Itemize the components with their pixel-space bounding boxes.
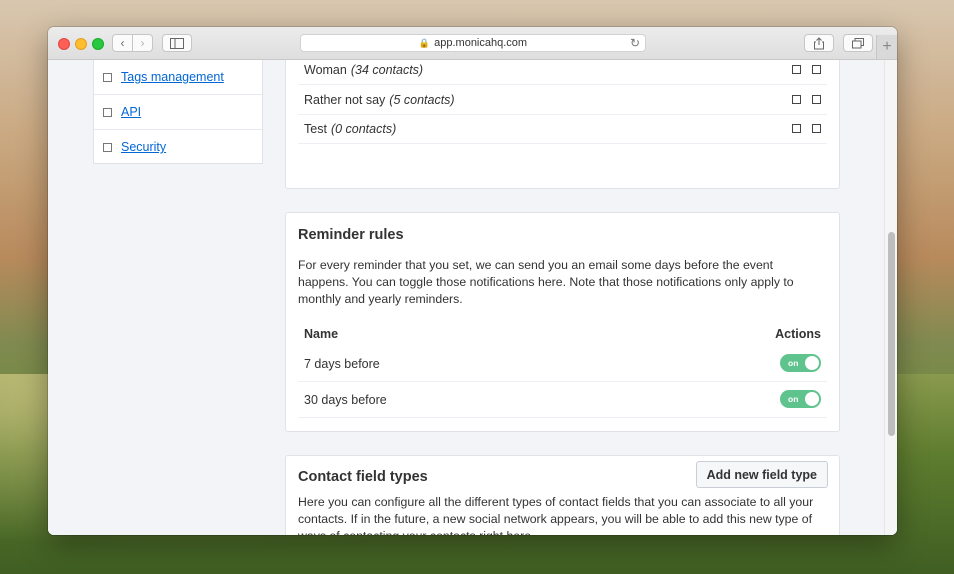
toggle-knob — [805, 356, 819, 370]
chevron-right-icon: › — [140, 36, 145, 50]
address-url: app.monicahq.com — [434, 37, 528, 49]
edit-icon[interactable] — [792, 95, 801, 104]
back-button[interactable]: ‹ — [112, 34, 133, 52]
sidebar-icon — [170, 37, 184, 49]
gender-count: (34 contacts) — [350, 62, 424, 77]
reminder-rule-row: 7 days before on — [298, 346, 827, 382]
gender-count: (5 contacts) — [389, 92, 455, 107]
browser-toolbar: ‹ › 🔒 app.monicahq.com ↻ + — [48, 27, 897, 60]
gender-name: Test — [304, 121, 327, 136]
bullet-square-icon — [103, 142, 112, 152]
reminder-rules-description: For every reminder that you set, we can … — [298, 258, 794, 306]
page-content: Tags management API Security Woman (34 c… — [48, 60, 897, 535]
sidebar-item-tags-management[interactable]: Tags management — [94, 60, 262, 95]
sidebar-toggle-button[interactable] — [162, 34, 192, 52]
lock-icon: 🔒 — [418, 37, 431, 48]
toggle-label: on — [788, 394, 799, 404]
share-button[interactable] — [804, 34, 834, 52]
contact-field-types-description: Here you can configure all the different… — [298, 495, 814, 535]
close-window-button[interactable] — [58, 38, 70, 50]
show-tabs-button[interactable] — [843, 34, 873, 52]
sidebar-item-label[interactable]: API — [121, 105, 141, 119]
gender-name: Woman — [304, 62, 347, 77]
address-bar[interactable]: 🔒 app.monicahq.com ↻ — [300, 34, 646, 52]
reminder-rules-table-header: Name Actions — [304, 327, 821, 343]
reminder-rules-title: Reminder rules — [298, 227, 404, 243]
reminder-toggle[interactable]: on — [780, 354, 821, 372]
edit-icon[interactable] — [792, 65, 801, 74]
share-icon — [814, 36, 824, 49]
sidebar-item-security[interactable]: Security — [94, 130, 262, 164]
bullet-square-icon — [103, 72, 112, 82]
delete-icon[interactable] — [812, 65, 821, 74]
minimize-window-button[interactable] — [75, 38, 87, 50]
browser-window: ‹ › 🔒 app.monicahq.com ↻ + Tags manageme… — [48, 27, 897, 535]
bullet-square-icon — [103, 107, 112, 117]
scrollbar[interactable] — [884, 60, 897, 535]
gender-row: Woman (34 contacts) — [298, 60, 827, 85]
gender-actions — [792, 124, 821, 133]
gender-row: Rather not say (5 contacts) — [298, 85, 827, 115]
add-field-type-button[interactable]: Add new field type — [695, 461, 828, 488]
column-header-name: Name — [304, 327, 339, 341]
reminder-rule-name: 30 days before — [304, 392, 387, 407]
chevron-left-icon: ‹ — [120, 36, 125, 50]
edit-icon[interactable] — [792, 124, 801, 133]
gender-count: (0 contacts) — [330, 121, 397, 136]
reminder-rules-card: Reminder rules For every reminder that y… — [285, 212, 840, 432]
reload-icon[interactable]: ↻ — [630, 36, 640, 50]
reminder-rule-name: 7 days before — [304, 356, 380, 371]
settings-sidebar: Tags management API Security — [93, 60, 263, 164]
gender-row: Test (0 contacts) — [298, 114, 827, 144]
gender-actions — [792, 95, 821, 104]
sidebar-item-label[interactable]: Security — [121, 140, 166, 154]
genders-card: Woman (34 contacts) Rather not say (5 co… — [285, 60, 840, 189]
gender-actions — [792, 65, 821, 74]
plus-icon: + — [882, 38, 892, 55]
scrollbar-thumb[interactable] — [888, 232, 895, 436]
toggle-label: on — [788, 358, 799, 368]
tabs-icon — [852, 37, 864, 48]
forward-button[interactable]: › — [132, 34, 153, 52]
delete-icon[interactable] — [812, 95, 821, 104]
sidebar-item-label[interactable]: Tags management — [121, 70, 224, 84]
zoom-window-button[interactable] — [92, 38, 104, 50]
reminder-toggle[interactable]: on — [780, 390, 821, 408]
gender-name: Rather not say — [304, 92, 386, 107]
column-header-actions: Actions — [775, 327, 821, 341]
new-tab-button[interactable]: + — [876, 35, 897, 59]
delete-icon[interactable] — [812, 124, 821, 133]
sidebar-item-api[interactable]: API — [94, 95, 262, 130]
contact-field-types-card: Contact field types Add new field type H… — [285, 455, 840, 535]
contact-field-types-title: Contact field types — [298, 469, 428, 485]
toggle-knob — [805, 392, 819, 406]
reminder-rule-row: 30 days before on — [298, 382, 827, 418]
